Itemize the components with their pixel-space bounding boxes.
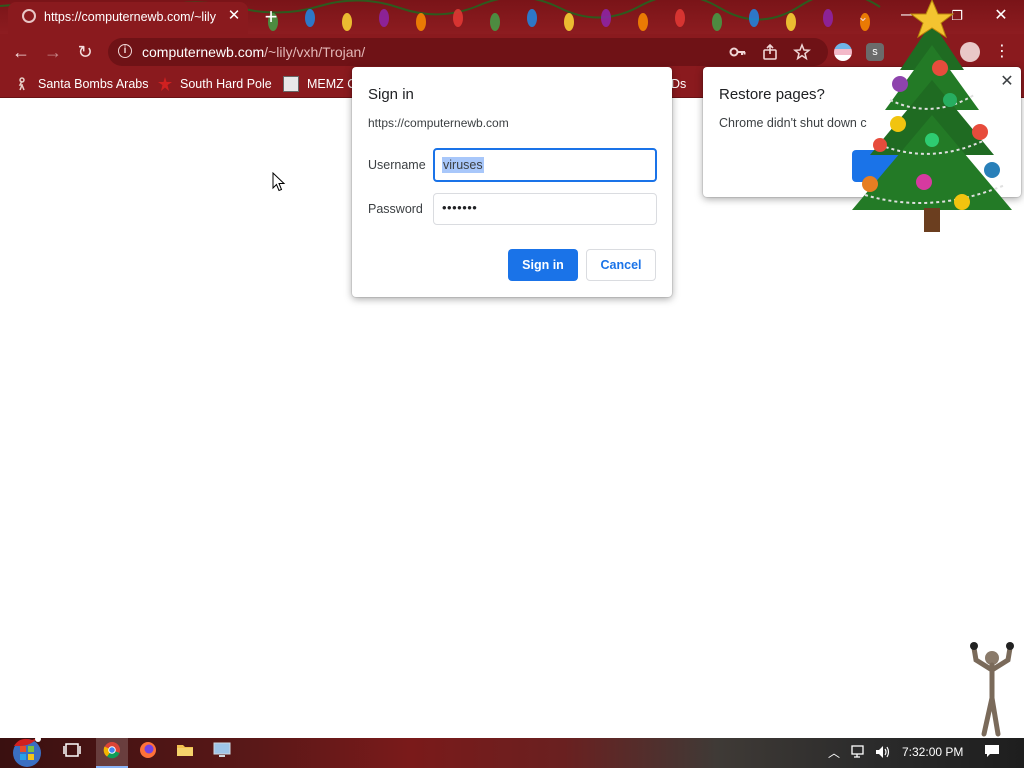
new-tab-button[interactable]: + xyxy=(260,6,282,28)
light-bulb xyxy=(416,13,426,31)
light-bulb xyxy=(601,9,611,27)
key-icon[interactable] xyxy=(728,42,748,62)
bookmark-south-hard-pole[interactable]: South Hard Pole xyxy=(180,74,272,94)
christmas-tree-decoration xyxy=(852,0,1012,232)
tray-overflow-icon[interactable]: ︿ xyxy=(826,744,842,762)
light-bulb xyxy=(305,9,315,27)
bookmark-memz[interactable]: MEMZ C xyxy=(307,74,356,94)
start-button-icon[interactable] xyxy=(8,736,46,768)
username-label: Username xyxy=(368,158,426,172)
bookmark-overflow-text[interactable]: Ds xyxy=(671,74,686,94)
tab-close-icon[interactable]: ✕ xyxy=(226,8,242,24)
url-path: /~lily/vxh/Trojan/ xyxy=(264,44,366,60)
share-icon[interactable] xyxy=(760,42,780,62)
chrome-icon[interactable] xyxy=(97,741,127,765)
light-bulb xyxy=(675,9,685,27)
sign-in-button[interactable]: Sign in xyxy=(508,249,578,281)
task-view-icon[interactable] xyxy=(57,741,87,765)
light-bulb xyxy=(823,9,833,27)
reload-button[interactable]: ↻ xyxy=(72,39,98,65)
light-bulb xyxy=(749,9,759,27)
light-bulb xyxy=(564,13,574,31)
memz-icon xyxy=(283,76,299,92)
light-bulb xyxy=(527,9,537,27)
light-bulb xyxy=(490,13,500,31)
url-host: computernewb.com xyxy=(142,44,265,60)
star-icon[interactable] xyxy=(792,42,812,62)
taskbar-clock[interactable]: 7:32:00 PM xyxy=(902,745,963,759)
light-bulb xyxy=(786,13,796,31)
computer-icon[interactable] xyxy=(207,741,237,765)
tab-title: https://computernewb.com/~lily xyxy=(44,10,216,24)
firefox-icon[interactable] xyxy=(133,741,163,765)
figure-icon xyxy=(18,77,25,91)
light-bulb xyxy=(342,13,352,31)
username-value[interactable]: viruses xyxy=(442,157,484,173)
mouse-cursor-icon xyxy=(272,172,286,192)
dialog-origin: https://computernewb.com xyxy=(368,116,509,130)
loading-favicon-icon xyxy=(22,9,36,23)
site-info-icon[interactable]: i xyxy=(118,44,132,58)
cancel-button[interactable]: Cancel xyxy=(586,249,656,281)
notifications-icon[interactable] xyxy=(982,743,1002,763)
network-icon[interactable] xyxy=(850,744,868,762)
url-text[interactable]: computernewb.com/~lily/vxh/Trojan/ xyxy=(142,44,542,62)
password-value[interactable]: ••••••• xyxy=(442,200,477,215)
password-label: Password xyxy=(368,202,423,216)
red-star-icon xyxy=(158,77,172,91)
light-bulb xyxy=(712,13,722,31)
back-button[interactable]: ← xyxy=(8,39,34,65)
light-bulb xyxy=(453,9,463,27)
volume-icon[interactable] xyxy=(874,744,892,762)
dancing-figure-icon xyxy=(970,642,1014,737)
dialog-title: Sign in xyxy=(368,86,414,103)
forward-button[interactable]: → xyxy=(40,39,66,65)
file-explorer-icon[interactable] xyxy=(170,741,200,765)
light-bulb xyxy=(379,9,389,27)
bookmark-santa-bombs-arabs[interactable]: Santa Bombs Arabs xyxy=(38,74,148,94)
restore-title: Restore pages? xyxy=(719,86,825,103)
light-bulb xyxy=(638,13,648,31)
